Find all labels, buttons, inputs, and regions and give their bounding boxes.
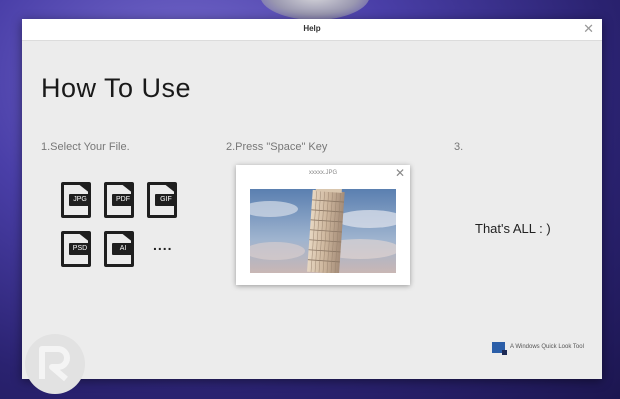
watermark-logo-icon <box>25 334 85 394</box>
window-title: Help <box>303 24 321 33</box>
file-type-label: PSD <box>69 243 91 255</box>
app-logo-icon <box>492 342 507 355</box>
preview-image <box>250 189 396 273</box>
close-icon[interactable]: ✕ <box>583 21 594 37</box>
tower-photo-icon <box>250 189 396 273</box>
file-type-label: AI <box>112 243 134 255</box>
step-3-label: 3. <box>454 141 464 153</box>
help-window: Help ✕ How To Use 1.Select Your File. 2.… <box>22 19 602 394</box>
step-2-label: 2.Press "Space" Key <box>226 141 328 153</box>
ai-file-icon: AI <box>104 231 134 267</box>
quick-look-preview: xxxxx.JPG ✕ <box>236 165 410 285</box>
jpg-file-icon: JPG <box>61 182 91 218</box>
preview-filename: xxxxx.JPG <box>308 170 338 176</box>
file-type-label: GIF <box>155 194 177 206</box>
file-type-label: JPG <box>69 194 91 206</box>
more-file-types: .... <box>153 237 173 253</box>
file-type-label: PDF <box>112 194 134 206</box>
completion-message: That's ALL : ) <box>475 221 551 236</box>
title-bar: Help ✕ <box>22 19 602 41</box>
preview-close-icon[interactable]: ✕ <box>395 166 405 180</box>
gif-file-icon: GIF <box>147 182 177 218</box>
pdf-file-icon: PDF <box>104 182 134 218</box>
page-title: How To Use <box>41 73 192 103</box>
psd-file-icon: PSD <box>61 231 91 267</box>
brand-text: A Windows Quick Look Tool <box>510 344 584 350</box>
step-1-label: 1.Select Your File. <box>41 141 130 153</box>
background-glow <box>260 0 370 20</box>
